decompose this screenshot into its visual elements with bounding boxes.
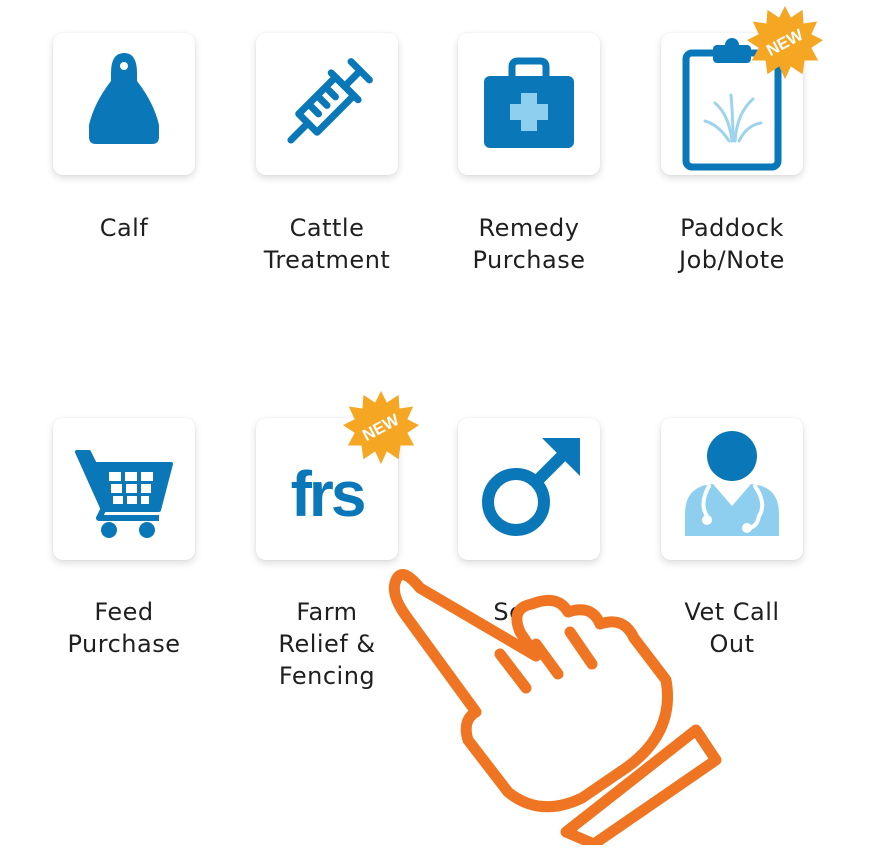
medical-kit-icon	[484, 57, 574, 148]
male-symbol-icon	[482, 438, 580, 536]
shopping-cart-icon	[75, 450, 173, 538]
new-badge: NEW	[746, 4, 824, 82]
syringe-icon	[287, 58, 373, 144]
serve-tile[interactable]	[458, 418, 600, 560]
doctor-stethoscope-icon	[685, 431, 779, 536]
feed-purchase-tile[interactable]	[53, 418, 195, 560]
remedy-purchase-label: Remedy Purchase	[472, 214, 586, 274]
calf-label: Calf	[99, 214, 149, 242]
cattle-treatment-tile[interactable]	[256, 33, 398, 175]
feed-purchase-label: Feed Purchase	[67, 598, 181, 658]
pointing-hand-icon	[380, 560, 730, 849]
remedy-purchase-tile[interactable]	[458, 33, 600, 175]
calf-tile[interactable]	[53, 33, 195, 175]
new-badge: NEW	[342, 389, 420, 467]
frs-logo-text: frs	[291, 458, 364, 530]
vet-call-out-tile[interactable]	[661, 418, 803, 560]
ear-tag-icon	[89, 53, 159, 144]
paddock-job-note-label: Paddock Job/Note	[679, 214, 785, 274]
cattle-treatment-label: Cattle Treatment	[263, 214, 391, 274]
